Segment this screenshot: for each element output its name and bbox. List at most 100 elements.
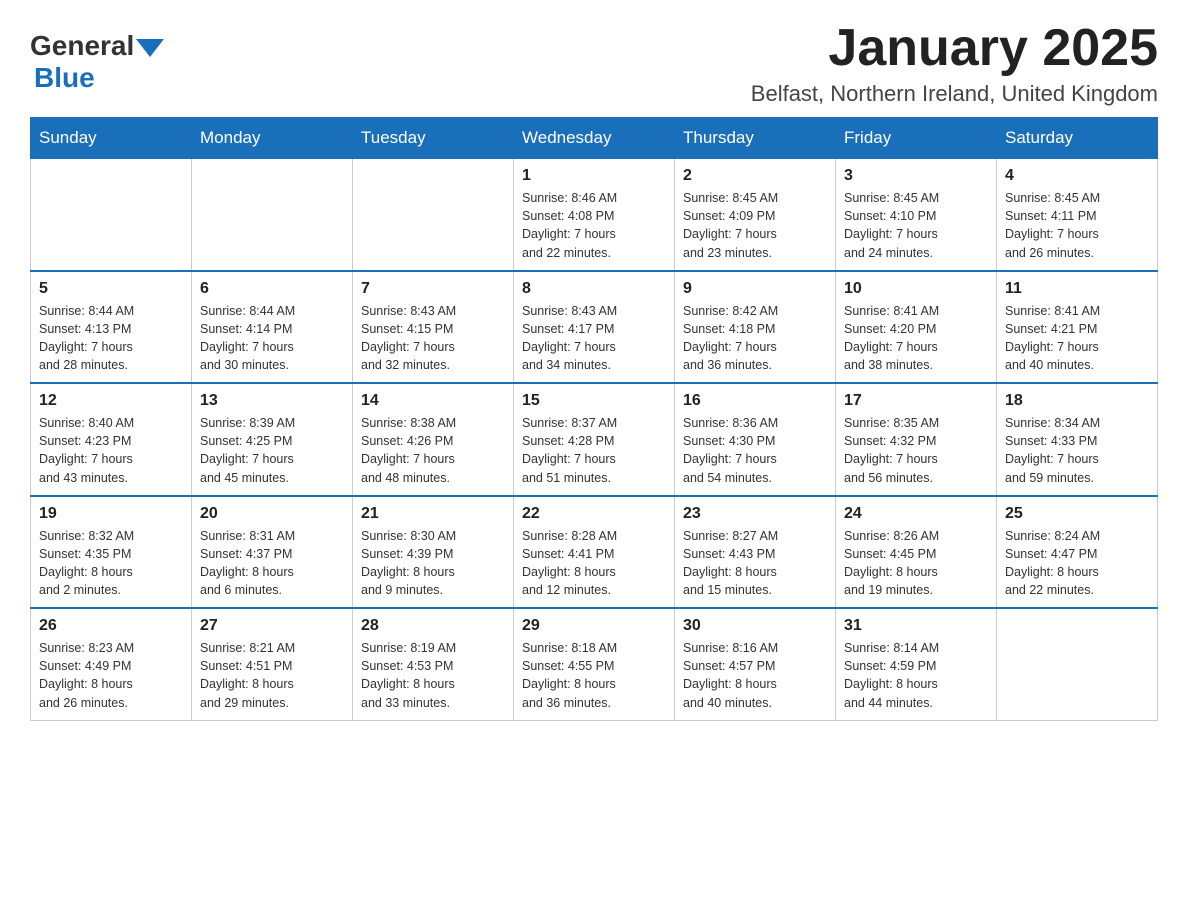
day-info: Sunrise: 8:43 AMSunset: 4:17 PMDaylight:…	[522, 302, 666, 375]
day-number: 22	[522, 505, 666, 523]
day-info: Sunrise: 8:30 AMSunset: 4:39 PMDaylight:…	[361, 527, 505, 600]
logo: General Blue	[30, 30, 164, 94]
calendar-cell: 25Sunrise: 8:24 AMSunset: 4:47 PMDayligh…	[997, 496, 1158, 609]
week-row-4: 19 Sunrise: 8:32 AMSunset: 4:35 PMDayligh…	[31, 496, 1158, 609]
calendar-cell: 23 Sunrise: 8:27 AMSunset: 4:43 PMDayligh…	[675, 496, 836, 609]
calendar-cell: 27 Sunrise: 8:21 AMSunset: 4:51 PMDayligh…	[192, 608, 353, 720]
day-number: 29	[522, 617, 666, 635]
day-info: Sunrise: 8:40 AMSunset: 4:23 PMDaylight:…	[39, 414, 183, 487]
calendar-cell: 12Sunrise: 8:40 AMSunset: 4:23 PMDayligh…	[31, 383, 192, 496]
calendar-cell: 30Sunrise: 8:16 AMSunset: 4:57 PMDayligh…	[675, 608, 836, 720]
logo-blue-text: Blue	[34, 62, 95, 94]
calendar-cell	[31, 159, 192, 271]
day-number: 31	[844, 617, 988, 635]
day-number: 23	[683, 505, 827, 523]
day-number: 10	[844, 280, 988, 298]
header-sunday: Sunday	[31, 118, 192, 159]
calendar-cell: 21Sunrise: 8:30 AMSunset: 4:39 PMDayligh…	[353, 496, 514, 609]
day-info: Sunrise: 8:23 AMSunset: 4:49 PMDaylight:…	[39, 639, 183, 712]
calendar-cell: 5 Sunrise: 8:44 AMSunset: 4:13 PMDaylight…	[31, 271, 192, 384]
header-row: SundayMondayTuesdayWednesdayThursdayFrid…	[31, 118, 1158, 159]
calendar-cell	[353, 159, 514, 271]
day-info: Sunrise: 8:31 AMSunset: 4:37 PMDaylight:…	[200, 527, 344, 600]
header-monday: Monday	[192, 118, 353, 159]
calendar-cell: 31Sunrise: 8:14 AMSunset: 4:59 PMDayligh…	[836, 608, 997, 720]
day-number: 8	[522, 280, 666, 298]
day-number: 24	[844, 505, 988, 523]
calendar-cell: 3Sunrise: 8:45 AMSunset: 4:10 PMDaylight…	[836, 159, 997, 271]
week-row-5: 26 Sunrise: 8:23 AMSunset: 4:49 PMDayligh…	[31, 608, 1158, 720]
day-number: 14	[361, 392, 505, 410]
header-saturday: Saturday	[997, 118, 1158, 159]
day-info: Sunrise: 8:45 AMSunset: 4:10 PMDaylight:…	[844, 189, 988, 262]
header-thursday: Thursday	[675, 118, 836, 159]
calendar-cell: 17 Sunrise: 8:35 AMSunset: 4:32 PMDayligh…	[836, 383, 997, 496]
calendar-cell: 7Sunrise: 8:43 AMSunset: 4:15 PMDaylight…	[353, 271, 514, 384]
calendar-cell: 13Sunrise: 8:39 AMSunset: 4:25 PMDayligh…	[192, 383, 353, 496]
day-info: Sunrise: 8:42 AMSunset: 4:18 PMDaylight:…	[683, 302, 827, 375]
day-info: Sunrise: 8:45 AMSunset: 4:11 PMDaylight:…	[1005, 189, 1149, 262]
calendar-cell: 29Sunrise: 8:18 AMSunset: 4:55 PMDayligh…	[514, 608, 675, 720]
day-info: Sunrise: 8:38 AMSunset: 4:26 PMDaylight:…	[361, 414, 505, 487]
calendar-table: SundayMondayTuesdayWednesdayThursdayFrid…	[30, 117, 1158, 721]
day-number: 15	[522, 392, 666, 410]
day-number: 19	[39, 505, 183, 523]
calendar-cell: 19 Sunrise: 8:32 AMSunset: 4:35 PMDayligh…	[31, 496, 192, 609]
day-info: Sunrise: 8:35 AMSunset: 4:32 PMDaylight:…	[844, 414, 988, 487]
day-info: Sunrise: 8:19 AMSunset: 4:53 PMDaylight:…	[361, 639, 505, 712]
week-row-1: 1 Sunrise: 8:46 AMSunset: 4:08 PMDaylight…	[31, 159, 1158, 271]
day-info: Sunrise: 8:34 AMSunset: 4:33 PMDaylight:…	[1005, 414, 1149, 487]
day-number: 26	[39, 617, 183, 635]
day-number: 9	[683, 280, 827, 298]
day-info: Sunrise: 8:26 AMSunset: 4:45 PMDaylight:…	[844, 527, 988, 600]
day-info: Sunrise: 8:21 AMSunset: 4:51 PMDaylight:…	[200, 639, 344, 712]
week-row-2: 5 Sunrise: 8:44 AMSunset: 4:13 PMDaylight…	[31, 271, 1158, 384]
calendar-cell: 9 Sunrise: 8:42 AMSunset: 4:18 PMDaylight…	[675, 271, 836, 384]
calendar-cell: 6Sunrise: 8:44 AMSunset: 4:14 PMDaylight…	[192, 271, 353, 384]
day-number: 17	[844, 392, 988, 410]
day-number: 1	[522, 167, 666, 185]
day-number: 5	[39, 280, 183, 298]
header-friday: Friday	[836, 118, 997, 159]
day-number: 7	[361, 280, 505, 298]
day-info: Sunrise: 8:41 AMSunset: 4:21 PMDaylight:…	[1005, 302, 1149, 375]
calendar-cell: 2Sunrise: 8:45 AMSunset: 4:09 PMDaylight…	[675, 159, 836, 271]
calendar-cell: 18Sunrise: 8:34 AMSunset: 4:33 PMDayligh…	[997, 383, 1158, 496]
day-info: Sunrise: 8:45 AMSunset: 4:09 PMDaylight:…	[683, 189, 827, 262]
calendar-cell: 4 Sunrise: 8:45 AMSunset: 4:11 PMDaylight…	[997, 159, 1158, 271]
day-number: 25	[1005, 505, 1149, 523]
title-section: January 2025 Belfast, Northern Ireland, …	[751, 20, 1158, 107]
calendar-cell: 20Sunrise: 8:31 AMSunset: 4:37 PMDayligh…	[192, 496, 353, 609]
header-tuesday: Tuesday	[353, 118, 514, 159]
calendar-cell: 11 Sunrise: 8:41 AMSunset: 4:21 PMDayligh…	[997, 271, 1158, 384]
day-info: Sunrise: 8:46 AMSunset: 4:08 PMDaylight:…	[522, 189, 666, 262]
calendar-subtitle: Belfast, Northern Ireland, United Kingdo…	[751, 81, 1158, 107]
header-wednesday: Wednesday	[514, 118, 675, 159]
calendar-cell	[997, 608, 1158, 720]
calendar-cell: 26 Sunrise: 8:23 AMSunset: 4:49 PMDayligh…	[31, 608, 192, 720]
calendar-cell: 15 Sunrise: 8:37 AMSunset: 4:28 PMDayligh…	[514, 383, 675, 496]
day-info: Sunrise: 8:27 AMSunset: 4:43 PMDaylight:…	[683, 527, 827, 600]
day-number: 13	[200, 392, 344, 410]
day-info: Sunrise: 8:41 AMSunset: 4:20 PMDaylight:…	[844, 302, 988, 375]
week-row-3: 12Sunrise: 8:40 AMSunset: 4:23 PMDayligh…	[31, 383, 1158, 496]
day-number: 16	[683, 392, 827, 410]
calendar-cell: 22Sunrise: 8:28 AMSunset: 4:41 PMDayligh…	[514, 496, 675, 609]
day-info: Sunrise: 8:32 AMSunset: 4:35 PMDaylight:…	[39, 527, 183, 600]
calendar-cell: 8 Sunrise: 8:43 AMSunset: 4:17 PMDaylight…	[514, 271, 675, 384]
day-number: 4	[1005, 167, 1149, 185]
calendar-cell: 10 Sunrise: 8:41 AMSunset: 4:20 PMDayligh…	[836, 271, 997, 384]
logo-arrow-icon	[136, 39, 164, 57]
day-info: Sunrise: 8:36 AMSunset: 4:30 PMDaylight:…	[683, 414, 827, 487]
day-number: 11	[1005, 280, 1149, 298]
day-info: Sunrise: 8:44 AMSunset: 4:13 PMDaylight:…	[39, 302, 183, 375]
calendar-cell: 16 Sunrise: 8:36 AMSunset: 4:30 PMDayligh…	[675, 383, 836, 496]
day-info: Sunrise: 8:16 AMSunset: 4:57 PMDaylight:…	[683, 639, 827, 712]
calendar-cell: 28Sunrise: 8:19 AMSunset: 4:53 PMDayligh…	[353, 608, 514, 720]
day-info: Sunrise: 8:37 AMSunset: 4:28 PMDaylight:…	[522, 414, 666, 487]
day-number: 27	[200, 617, 344, 635]
calendar-cell: 1 Sunrise: 8:46 AMSunset: 4:08 PMDaylight…	[514, 159, 675, 271]
logo-general-text: General	[30, 30, 134, 62]
calendar-cell: 24 Sunrise: 8:26 AMSunset: 4:45 PMDayligh…	[836, 496, 997, 609]
calendar-cell: 14 Sunrise: 8:38 AMSunset: 4:26 PMDayligh…	[353, 383, 514, 496]
